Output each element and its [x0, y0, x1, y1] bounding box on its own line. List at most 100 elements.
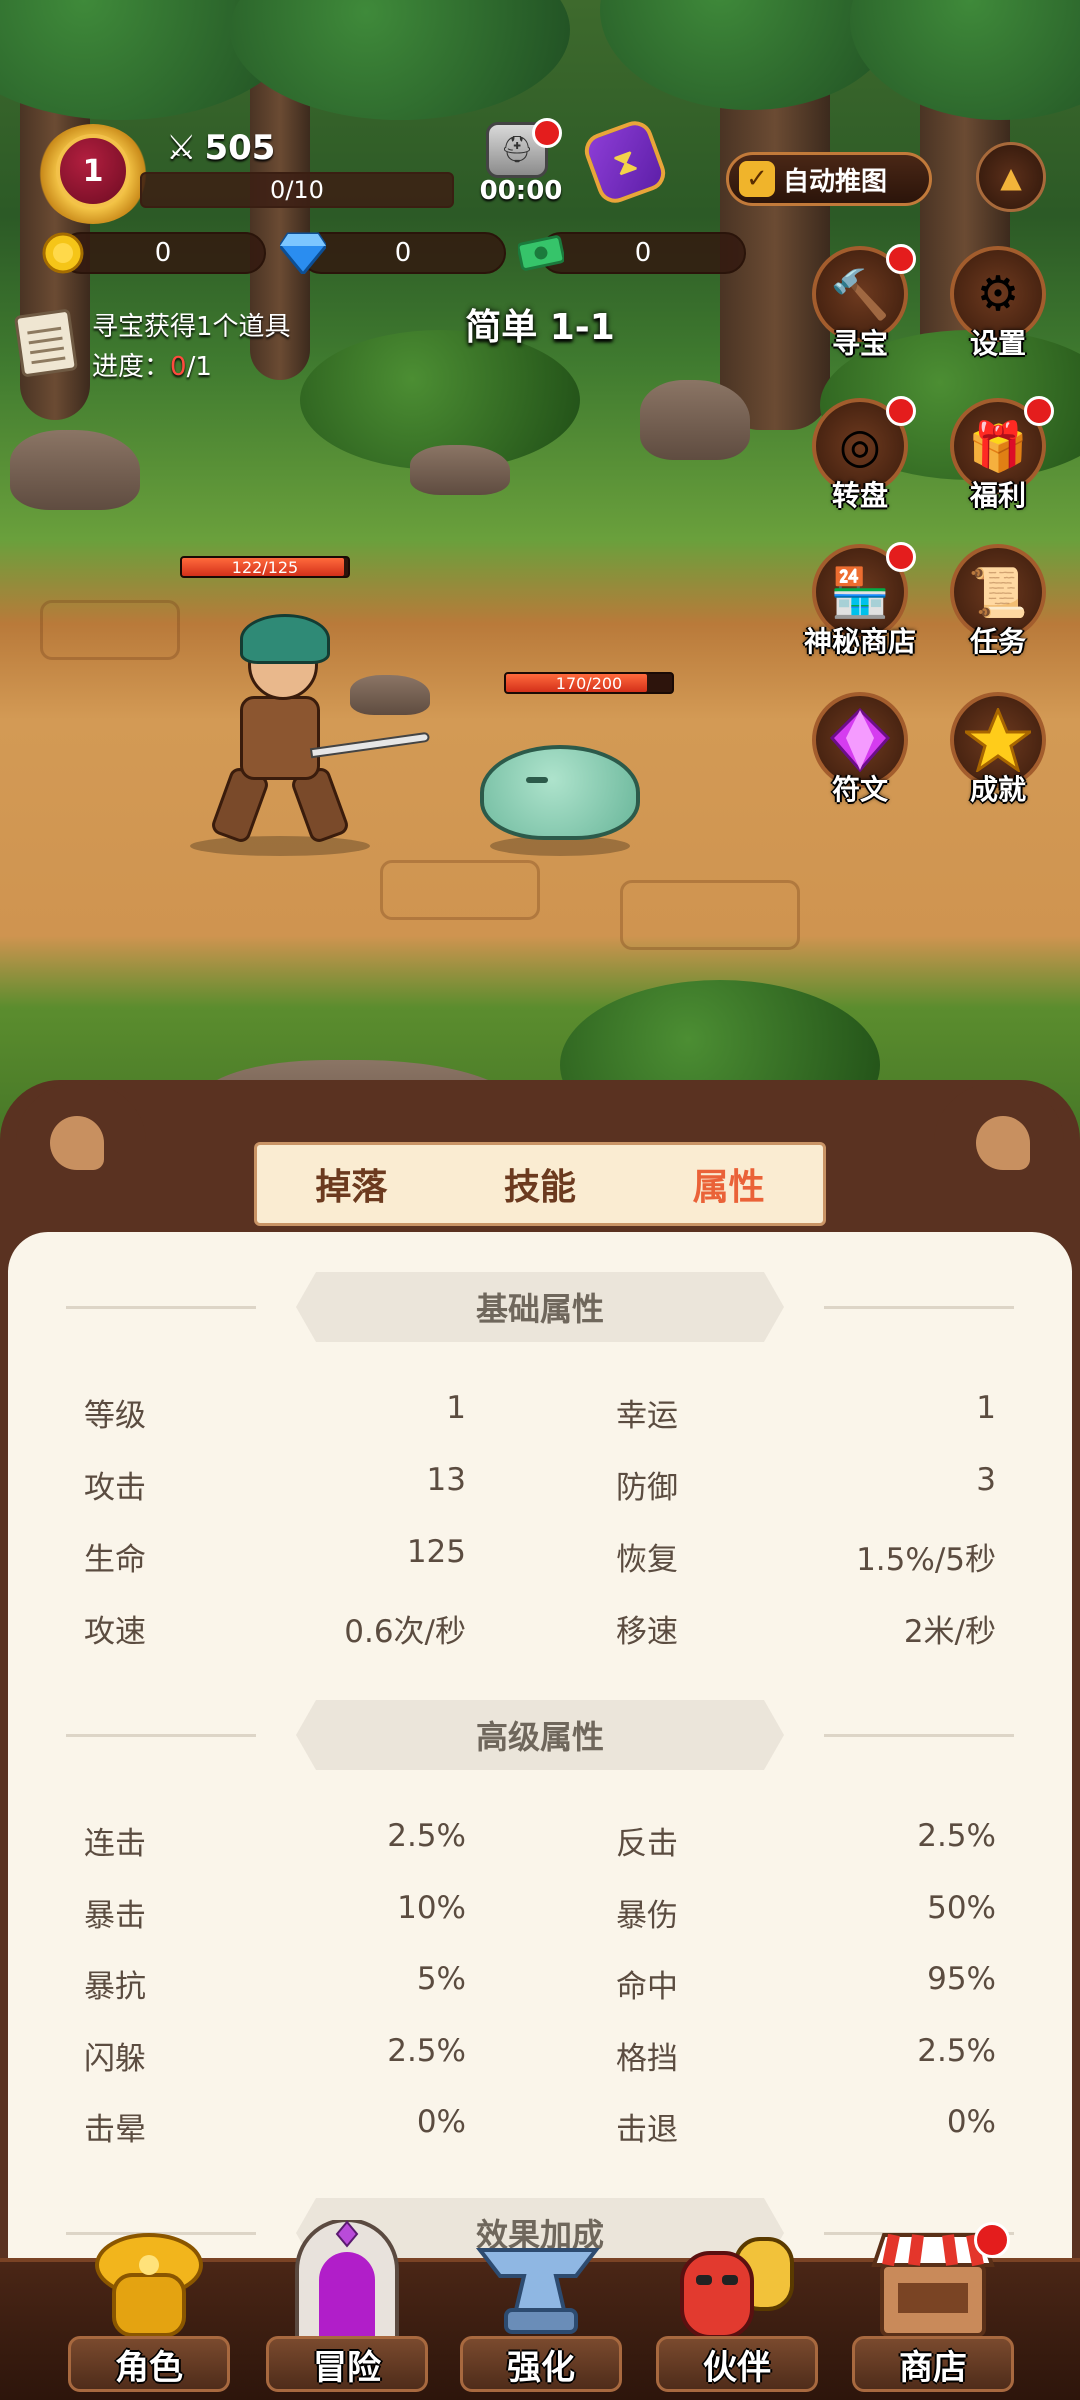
- hero-hair: [240, 614, 330, 664]
- player-level: 1: [56, 134, 130, 208]
- diamond-counter[interactable]: 0: [300, 232, 506, 274]
- notification-dot: [974, 2222, 1010, 2258]
- quest-scroll-icon: [13, 308, 79, 378]
- attribute-label: 击晕: [84, 2112, 146, 2148]
- side-button-label: 成就: [969, 773, 1026, 806]
- checkmark-icon: ✓: [739, 161, 775, 197]
- side-button-wheel[interactable]: ◎ 转盘: [800, 396, 920, 528]
- side-button-mystery-shop[interactable]: 🏪 神秘商店: [800, 542, 920, 674]
- section-title: 高级属性: [296, 1700, 784, 1770]
- attribute-label: 生命: [84, 1542, 146, 1578]
- notification-dot: [886, 396, 916, 426]
- tab-attributes[interactable]: 属性: [675, 1152, 783, 1216]
- collapse-menu-button[interactable]: ▲: [976, 142, 1046, 212]
- nav-companion[interactable]: 伙伴: [652, 2210, 822, 2400]
- monster-eye: [526, 777, 548, 783]
- boss-challenge-button[interactable]: ⛑ 00:00: [476, 118, 566, 212]
- side-button-runes[interactable]: 符文: [800, 692, 920, 822]
- attribute-label: 反击: [616, 1826, 678, 1862]
- ear-inner: [976, 1116, 1030, 1170]
- tab-skills[interactable]: 技能: [486, 1152, 594, 1216]
- diamond-value: 0: [394, 238, 412, 268]
- divider: [66, 1734, 256, 1737]
- attribute-label: 攻速: [84, 1614, 146, 1650]
- nav-adventure[interactable]: 冒险: [262, 2210, 432, 2400]
- attribute-value: 3: [976, 1462, 996, 1498]
- attribute-value: 95%: [927, 1961, 996, 1997]
- divider: [66, 1306, 256, 1309]
- gold-value: 0: [154, 238, 172, 268]
- attribute-value: 2.5%: [387, 1818, 466, 1854]
- tree-canopy: [850, 0, 1080, 120]
- nav-label: 冒险: [313, 2348, 381, 2388]
- nav-label: 强化: [507, 2348, 575, 2388]
- nav-enhance[interactable]: 强化: [456, 2210, 626, 2400]
- notification-dot: [1024, 396, 1054, 426]
- side-button-label: 寻宝: [831, 327, 888, 360]
- notification-dot: [886, 542, 916, 572]
- attribute-label: 防御: [616, 1470, 678, 1506]
- rock: [10, 430, 140, 510]
- anvil-icon: [476, 2220, 606, 2350]
- quest-progress-total: /1: [186, 352, 212, 382]
- crossed-swords-icon: ⚔: [166, 128, 197, 168]
- attribute-value: 2米/秒: [903, 1614, 996, 1650]
- combat-power-value: 505: [204, 128, 276, 168]
- side-button-label: 符文: [831, 773, 888, 806]
- attribute-value: 1.5%/5秒: [856, 1542, 996, 1578]
- nav-character[interactable]: 角色: [64, 2210, 234, 2400]
- player-level-badge[interactable]: 1: [38, 124, 148, 224]
- cash-counter[interactable]: 0: [540, 232, 746, 274]
- nav-label: 伙伴: [703, 2348, 771, 2388]
- attribute-label: 连击: [84, 1826, 146, 1862]
- side-button-achievements[interactable]: 成就: [938, 692, 1058, 822]
- side-button-label: 转盘: [831, 479, 888, 512]
- side-button-label: 福利: [969, 479, 1026, 512]
- gold-counter[interactable]: 0: [60, 232, 266, 274]
- attribute-value: 0%: [416, 2104, 466, 2140]
- nav-shop[interactable]: 商店: [848, 2210, 1018, 2400]
- advanced-attributes-header: 高级属性: [0, 1700, 1080, 1770]
- hero-hp-text: 122/125: [231, 557, 299, 577]
- attribute-label: 格挡: [616, 2040, 678, 2077]
- quest-tracker[interactable]: 寻宝获得1个道具 进度：0/1: [13, 300, 344, 384]
- side-button-label: 神秘商店: [803, 625, 916, 658]
- auto-push-toggle[interactable]: ✓ 自动推图: [726, 152, 932, 206]
- attribute-label: 移速: [616, 1614, 678, 1650]
- attribute-label: 命中: [616, 1969, 678, 2005]
- shadow: [190, 836, 370, 856]
- armor-icon: [84, 2220, 214, 2350]
- hero-hp-bar: 122/125: [180, 556, 350, 578]
- panel-ear-left: [16, 1082, 146, 1202]
- attribute-value: 125: [406, 1534, 466, 1570]
- attribute-label: 幸运: [616, 1398, 678, 1434]
- side-button-treasure[interactable]: 🔨 寻宝: [800, 244, 920, 376]
- tab-drops[interactable]: 掉落: [297, 1152, 405, 1216]
- attribute-value: 0%: [946, 2104, 996, 2140]
- attribute-label: 攻击: [84, 1470, 146, 1506]
- side-button-tasks[interactable]: 📜 任务: [938, 544, 1058, 674]
- ground-tile: [40, 600, 180, 660]
- attribute-label: 暴击: [84, 1897, 146, 1934]
- section-title: 基础属性: [296, 1272, 784, 1342]
- combat-power: ⚔ 505: [166, 128, 275, 168]
- attribute-label: 闪躲: [84, 2040, 146, 2077]
- ear-inner: [50, 1116, 104, 1170]
- enemy-monster: [470, 725, 650, 856]
- boss-timer: 00:00: [479, 176, 563, 206]
- quest-progress-current: 0: [170, 352, 187, 382]
- divider: [824, 1306, 1014, 1309]
- quest-description: 寻宝获得1个道具: [92, 312, 291, 342]
- cash-value: 0: [634, 238, 652, 268]
- attribute-value: 1: [976, 1390, 996, 1426]
- side-button-welfare[interactable]: 🎁 福利: [938, 396, 1058, 528]
- auto-push-label: 自动推图: [783, 166, 888, 197]
- side-button-settings[interactable]: ⚙ 设置: [938, 246, 1058, 376]
- monster-body: [480, 745, 640, 840]
- basic-attributes-header: 基础属性: [0, 1272, 1080, 1342]
- attribute-value: 50%: [927, 1889, 996, 1926]
- notification-dot: [886, 244, 916, 274]
- hero-character: [170, 614, 431, 856]
- attribute-value: 2.5%: [917, 1818, 996, 1854]
- attribute-label: 恢复: [616, 1542, 678, 1578]
